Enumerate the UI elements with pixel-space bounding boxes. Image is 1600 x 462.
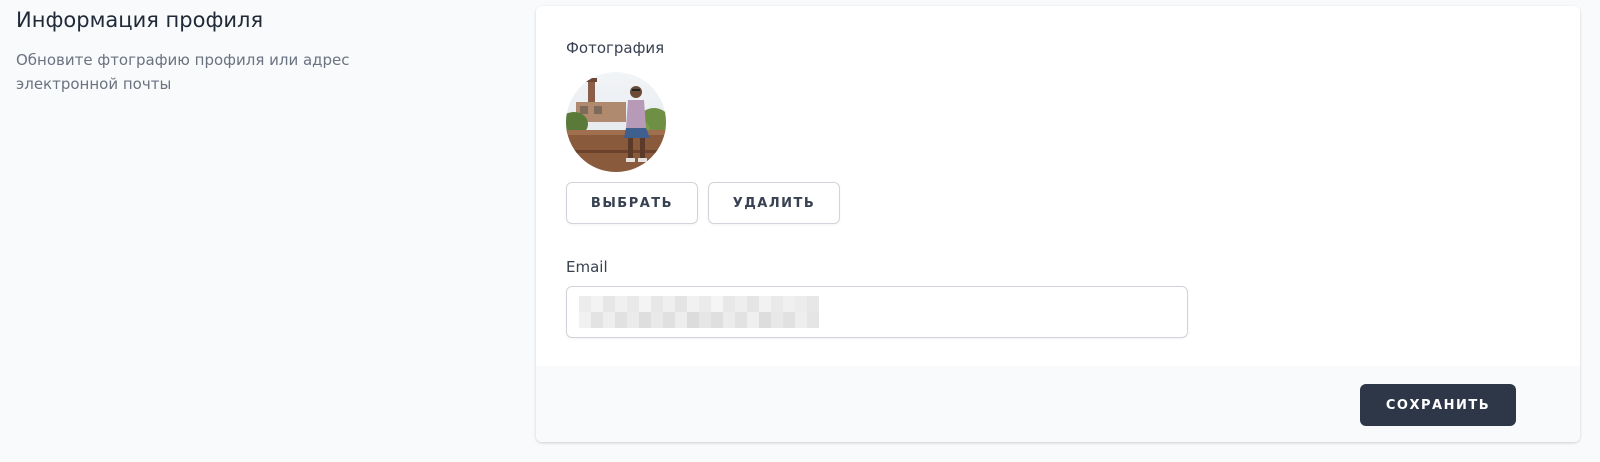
section-title: Информация профиля bbox=[16, 8, 264, 32]
email-label: Email bbox=[566, 258, 608, 276]
card-body: Фотография ВЫБРАТЬ УДАЛИТЬ Email bbox=[536, 6, 1580, 366]
section-description: Обновите фтографию профиля или адрес эле… bbox=[16, 51, 350, 93]
email-redacted-value bbox=[579, 296, 825, 328]
email-field[interactable] bbox=[566, 286, 1188, 338]
choose-photo-button[interactable]: ВЫБРАТЬ bbox=[566, 182, 698, 224]
save-button[interactable]: СОХРАНИТЬ bbox=[1360, 384, 1516, 426]
card-footer: СОХРАНИТЬ bbox=[536, 366, 1580, 442]
profile-info-page: Информация профиля Обновите фтографию пр… bbox=[0, 0, 1600, 462]
photo-label: Фотография bbox=[566, 39, 665, 57]
avatar bbox=[566, 72, 666, 172]
delete-photo-button[interactable]: УДАЛИТЬ bbox=[708, 182, 840, 224]
profile-card: Фотография ВЫБРАТЬ УДАЛИТЬ Email СОХРАНИ… bbox=[536, 6, 1580, 442]
avatar-photo-image bbox=[566, 72, 666, 172]
